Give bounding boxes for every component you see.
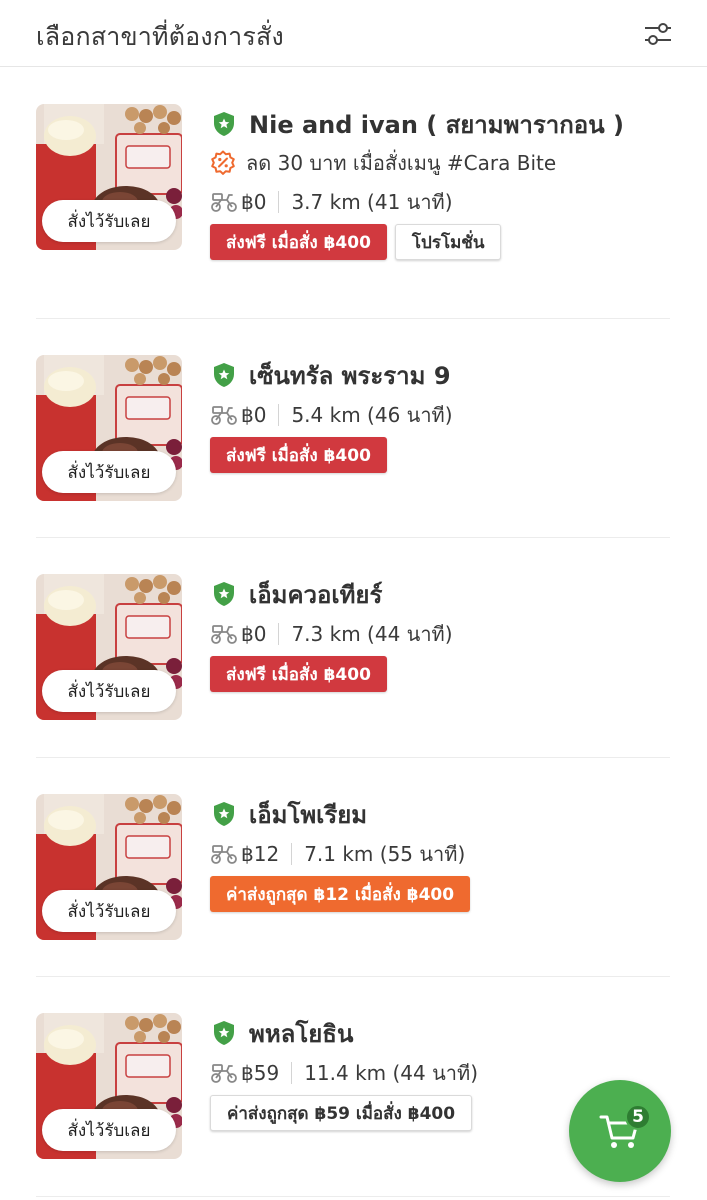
row-divider <box>36 976 670 977</box>
distance-time: 3.7 km (41 นาที) <box>291 190 453 214</box>
branch-thumbnail[interactable]: สั่งไว้รับเลย <box>36 355 182 501</box>
distance-time: 5.4 km (46 นาที) <box>291 403 453 427</box>
preorder-button[interactable]: สั่งไว้รับเลย <box>42 890 176 932</box>
cart-button[interactable]: 5 <box>569 1080 671 1182</box>
branch-name: เอ็มโพเรียม <box>249 800 368 829</box>
branch-thumbnail[interactable]: สั่งไว้รับเลย <box>36 574 182 720</box>
meta-divider <box>291 1062 293 1084</box>
delivery-fee: ฿0 <box>241 622 267 646</box>
delivery-scooter-icon <box>211 625 237 644</box>
filter-button[interactable] <box>638 14 678 54</box>
verified-shield-icon <box>214 802 234 826</box>
delivery-fee: ฿12 <box>241 842 280 866</box>
branch-info: เอ็มควอเทียร์ ฿0 7.3 km (44 นาที) ส่งฟรี เ… <box>210 574 680 692</box>
delivery-meta: ฿0 5.4 km (46 นาที) <box>210 395 680 435</box>
distance-time: 11.4 km (44 นาที) <box>304 1061 478 1085</box>
delivery-offer-tag[interactable]: ค่าส่งถูกสุด ฿12 เมื่อสั่ง ฿400 <box>210 876 471 912</box>
tag-list: ค่าส่งถูกสุด ฿12 เมื่อสั่ง ฿400 <box>210 876 680 912</box>
branch-name-line: พหลโยธิน <box>210 1013 680 1053</box>
delivery-scooter-icon <box>211 1064 237 1083</box>
delivery-offer-tag[interactable]: ส่งฟรี เมื่อสั่ง ฿400 <box>210 437 387 473</box>
row-divider <box>36 757 670 758</box>
preorder-button[interactable]: สั่งไว้รับเลย <box>42 200 176 242</box>
delivery-meta: ฿0 3.7 km (41 นาที) <box>210 182 680 222</box>
promotion-tag[interactable]: โปรโมชั่น <box>394 224 502 260</box>
branch-thumbnail[interactable]: สั่งไว้รับเลย <box>36 1013 182 1159</box>
meta-divider <box>278 404 280 426</box>
preorder-button[interactable]: สั่งไว้รับเลย <box>42 1109 176 1151</box>
delivery-fee: ฿0 <box>241 403 267 427</box>
meta-divider <box>278 191 280 213</box>
tag-list: ส่งฟรี เมื่อสั่ง ฿400 <box>210 656 680 692</box>
branch-thumbnail[interactable]: สั่งไว้รับเลย <box>36 794 182 940</box>
delivery-scooter-icon <box>211 193 237 212</box>
discount-badge-icon <box>211 150 235 175</box>
branch-name-line: เอ็มโพเรียม <box>210 794 680 834</box>
branch-info: Nie and ivan ( สยามพารากอน ) ลด 30 บาท เ… <box>210 104 680 260</box>
distance-time: 7.1 km (55 นาที) <box>304 842 466 866</box>
branch-name: พหลโยธิน <box>249 1019 354 1048</box>
preorder-button[interactable]: สั่งไว้รับเลย <box>42 451 176 493</box>
delivery-offer-tag[interactable]: ส่งฟรี เมื่อสั่ง ฿400 <box>210 656 387 692</box>
delivery-meta: ฿12 7.1 km (55 นาที) <box>210 834 680 874</box>
verified-shield-icon <box>214 363 234 387</box>
meta-divider <box>278 623 280 645</box>
branch-name: เอ็มควอเทียร์ <box>249 580 383 609</box>
delivery-fee: ฿59 <box>241 1061 280 1085</box>
delivery-scooter-icon <box>211 406 237 425</box>
promo-line: ลด 30 บาท เมื่อสั่งเมนู #Cara Bite <box>210 144 680 182</box>
verified-shield-icon <box>214 582 234 606</box>
tag-list: ส่งฟรี เมื่อสั่ง ฿400 <box>210 437 680 473</box>
distance-time: 7.3 km (44 นาที) <box>291 622 453 646</box>
page-title: เลือกสาขาที่ต้องการสั่ง <box>36 22 284 51</box>
branch-thumbnail[interactable]: สั่งไว้รับเลย <box>36 104 182 250</box>
preorder-button[interactable]: สั่งไว้รับเลย <box>42 670 176 712</box>
row-divider <box>36 318 670 319</box>
branch-name: Nie and ivan ( สยามพารากอน ) <box>249 110 624 139</box>
branch-name-line: เซ็นทรัล พระราม 9 <box>210 355 680 395</box>
delivery-fee: ฿0 <box>241 190 267 214</box>
promo-text: ลด 30 บาท เมื่อสั่งเมนู #Cara Bite <box>246 151 557 175</box>
delivery-offer-tag[interactable]: ส่งฟรี เมื่อสั่ง ฿400 <box>210 224 387 260</box>
verified-shield-icon <box>214 112 234 136</box>
branch-name-line: เอ็มควอเทียร์ <box>210 574 680 614</box>
delivery-offer-tag[interactable]: ค่าส่งถูกสุด ฿59 เมื่อสั่ง ฿400 <box>210 1095 473 1131</box>
branch-info: เอ็มโพเรียม ฿12 7.1 km (55 นาที) ค่าส่งถูก… <box>210 794 680 912</box>
branch-name-line: Nie and ivan ( สยามพารากอน ) <box>210 104 680 144</box>
row-divider <box>36 1196 670 1197</box>
branch-name: เซ็นทรัล พระราม 9 <box>249 361 451 390</box>
meta-divider <box>291 843 293 865</box>
verified-shield-icon <box>214 1021 234 1045</box>
sliders-icon <box>645 23 671 45</box>
header-bar: เลือกสาขาที่ต้องการสั่ง <box>0 0 707 67</box>
delivery-meta: ฿0 7.3 km (44 นาที) <box>210 614 680 654</box>
delivery-scooter-icon <box>211 845 237 864</box>
row-divider <box>36 537 670 538</box>
tag-list: ส่งฟรี เมื่อสั่ง ฿400 โปรโมชั่น <box>210 224 680 260</box>
cart-count-badge: 5 <box>625 1104 651 1130</box>
branch-info: เซ็นทรัล พระราม 9 ฿0 5.4 km (46 นาที) ส่งฟ… <box>210 355 680 473</box>
